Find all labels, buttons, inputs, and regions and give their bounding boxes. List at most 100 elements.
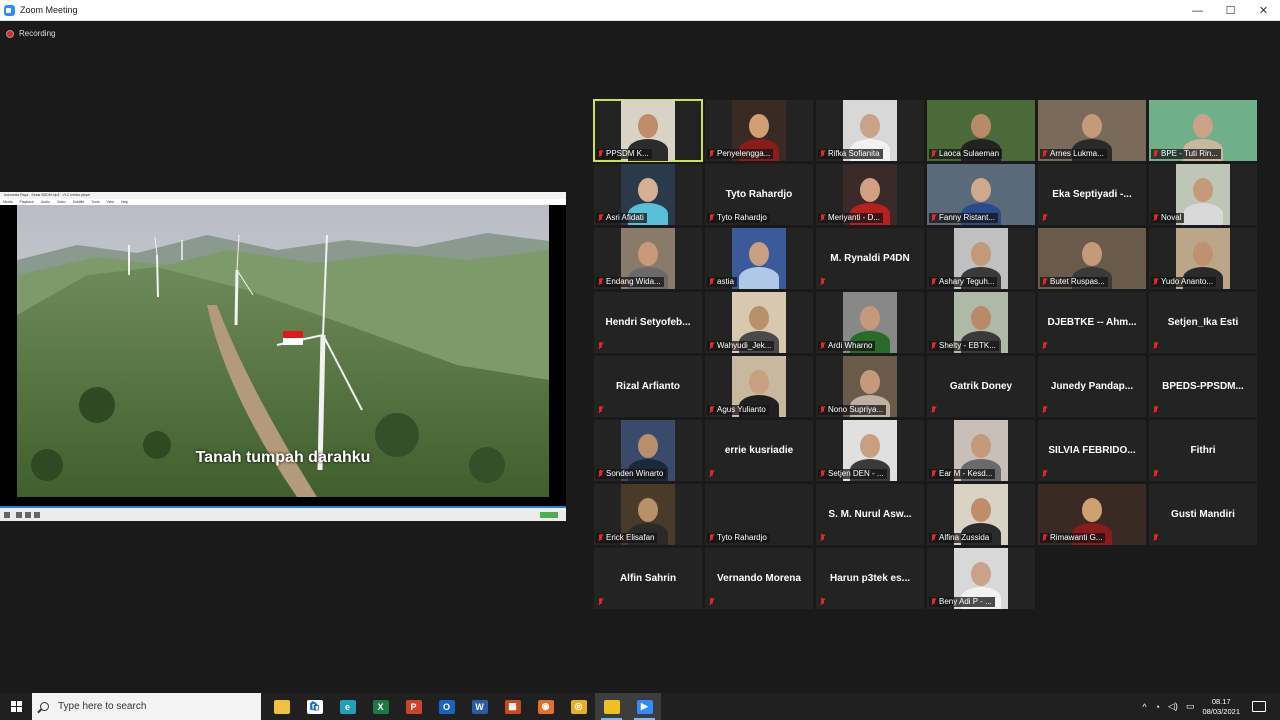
participant-tile[interactable]: Setjen_Ika Esti [1149, 292, 1257, 353]
taskbar-powerpoint-button[interactable]: P [397, 693, 430, 720]
participant-name-label: Setjen DEN - ... [818, 469, 887, 479]
participant-tile[interactable]: Tyto Rahardjo Tyto Rahardjo [705, 164, 813, 225]
participant-tile[interactable]: Vernando Morena [705, 548, 813, 609]
next-icon[interactable] [34, 512, 40, 518]
participant-tile[interactable]: Asri Afidati [594, 164, 702, 225]
participant-tile[interactable]: Rimawanti G... [1038, 484, 1146, 545]
participant-tile[interactable]: Harun p3tek es... [816, 548, 924, 609]
taskbar-zoom-button[interactable]: ▶ [628, 693, 661, 720]
mic-muted-icon [1042, 534, 1047, 542]
participant-tile[interactable]: Penyelengga... [705, 100, 813, 161]
taskbar-chrome-button[interactable]: ◎ [562, 693, 595, 720]
participant-tile[interactable]: BPE - Tuti Rin... [1149, 100, 1257, 161]
participant-tile[interactable]: Alfin Sahrin [594, 548, 702, 609]
participant-tile[interactable]: Alfina Zussida [927, 484, 1035, 545]
pinned-apps: 🛍 e X P O W ▦ ◉ ◎ ▶ [265, 693, 661, 720]
start-button[interactable] [0, 693, 32, 720]
taskbar-file-explorer-button[interactable] [265, 693, 298, 720]
stop-icon[interactable] [25, 512, 31, 518]
participant-tile[interactable]: Endang Wida... [594, 228, 702, 289]
taskbar-excel-button[interactable]: X [364, 693, 397, 720]
participant-name-label: Fanny Ristant... [929, 213, 999, 223]
player-menu-item[interactable]: Media [3, 199, 13, 205]
participant-tile[interactable]: Erick Elisafan [594, 484, 702, 545]
taskbar-photos-button[interactable]: ▦ [496, 693, 529, 720]
participant-tile[interactable]: Yudo Ananto... [1149, 228, 1257, 289]
participant-tile[interactable]: Wahyudi_Jek... [705, 292, 813, 353]
mic-muted-icon [931, 598, 936, 606]
participant-tile[interactable]: astia [705, 228, 813, 289]
close-button[interactable]: ✕ [1247, 0, 1280, 21]
participant-display-name: Alfin Sahrin [619, 573, 677, 584]
window-title: Zoom Meeting [20, 5, 78, 15]
shared-screen[interactable]: Indonesia Raya - Sekar BSDM.mp4 - VLC me… [0, 192, 566, 521]
participant-display-name: DJEBTKE -- Ahm... [1047, 317, 1137, 328]
participant-tile[interactable]: SILVIA FEBRIDO... [1038, 420, 1146, 481]
maximize-button[interactable]: ☐ [1214, 0, 1247, 21]
taskbar-edge-button[interactable]: e [331, 693, 364, 720]
mic-muted-icon [709, 342, 714, 350]
taskbar-store-button[interactable]: 🛍 [298, 693, 331, 720]
volume-icon[interactable] [540, 512, 558, 518]
video-frame: Tanah tumpah darahku [17, 205, 549, 497]
excel-icon: X [372, 699, 389, 714]
participant-tile[interactable]: M. Rynaldi P4DN [816, 228, 924, 289]
participant-tile[interactable]: Arnes Lukma... [1038, 100, 1146, 161]
mic-muted-icon [1042, 214, 1047, 222]
participant-display-name: M. Rynaldi P4DN [830, 253, 910, 264]
participant-tile[interactable]: Sonden Winarto [594, 420, 702, 481]
participant-tile[interactable]: Meriyanti - D... [816, 164, 924, 225]
clock-date: 08/03/2021 [1202, 706, 1240, 716]
participant-tile[interactable]: Setjen DEN - ... [816, 420, 924, 481]
network-icon[interactable]: ◔ [1155, 702, 1160, 712]
battery-icon[interactable]: ▭ [1186, 701, 1195, 712]
speaker-icon[interactable]: ◁) [1168, 701, 1178, 712]
participant-tile[interactable]: Ardi Wharno [816, 292, 924, 353]
pause-icon[interactable] [4, 512, 10, 518]
participant-tile[interactable]: Gatrik Doney [927, 356, 1035, 417]
mic-muted-icon [1042, 278, 1047, 286]
clock[interactable]: 08.17 08/03/2021 [1202, 697, 1240, 717]
participant-tile[interactable]: Ashary Teguh... [927, 228, 1035, 289]
chevron-up-icon[interactable]: ^ [1142, 702, 1146, 712]
taskbar-search[interactable] [32, 693, 261, 720]
participant-tile[interactable]: Tyto Rahardjo [705, 484, 813, 545]
mic-muted-icon [709, 534, 714, 542]
participant-tile[interactable]: errie kusriadie [705, 420, 813, 481]
participant-tile[interactable]: Laoca Sulaeman [927, 100, 1035, 161]
participant-tile[interactable]: Gusti Mandiri [1149, 484, 1257, 545]
participant-tile[interactable]: Ear M - Kesd... [927, 420, 1035, 481]
recording-indicator[interactable]: Recording [6, 29, 55, 38]
participant-tile[interactable]: Agus Yulianto [705, 356, 813, 417]
participant-display-name: Setjen_Ika Esti [1167, 317, 1239, 328]
taskbar-outlook-button[interactable]: O [430, 693, 463, 720]
participant-tile[interactable]: Fithri [1149, 420, 1257, 481]
mic-muted-icon [598, 598, 603, 606]
participant-name-label: Erick Elisafan [596, 533, 658, 543]
participant-tile[interactable]: Rifka Sofianita [816, 100, 924, 161]
search-input[interactable] [58, 701, 238, 712]
participant-tile[interactable]: S. M. Nurul Asw... [816, 484, 924, 545]
participant-tile[interactable]: Junedy Pandap... [1038, 356, 1146, 417]
prev-icon[interactable] [16, 512, 22, 518]
system-tray: ^ ◔ ◁) ▭ 08.17 08/03/2021 [1138, 693, 1280, 720]
participant-tile[interactable]: Nono Supriya... [816, 356, 924, 417]
participant-tile[interactable]: Noval [1149, 164, 1257, 225]
participant-tile[interactable]: Beny Adi P - ... [927, 548, 1035, 609]
participant-tile[interactable]: Rizal Arfianto [594, 356, 702, 417]
participant-tile[interactable]: DJEBTKE -- Ahm... [1038, 292, 1146, 353]
participant-tile[interactable]: Eka Septiyadi -... [1038, 164, 1146, 225]
notification-icon[interactable] [1252, 701, 1266, 712]
taskbar-firefox-button[interactable]: ◉ [529, 693, 562, 720]
participant-tile[interactable]: PPSDM K... [593, 99, 703, 162]
minimize-button[interactable]: — [1181, 0, 1214, 21]
mic-muted-icon [931, 470, 936, 478]
participant-tile[interactable]: Fanny Ristant... [927, 164, 1035, 225]
taskbar-word-button[interactable]: W [463, 693, 496, 720]
taskbar-sticky-notes-button[interactable] [595, 693, 628, 720]
mic-muted-icon [931, 278, 936, 286]
participant-tile[interactable]: Shelty - EBTK... [927, 292, 1035, 353]
participant-tile[interactable]: Butet Ruspas... [1038, 228, 1146, 289]
participant-tile[interactable]: BPEDS-PPSDM... [1149, 356, 1257, 417]
participant-tile[interactable]: Hendri Setyofeb... [594, 292, 702, 353]
